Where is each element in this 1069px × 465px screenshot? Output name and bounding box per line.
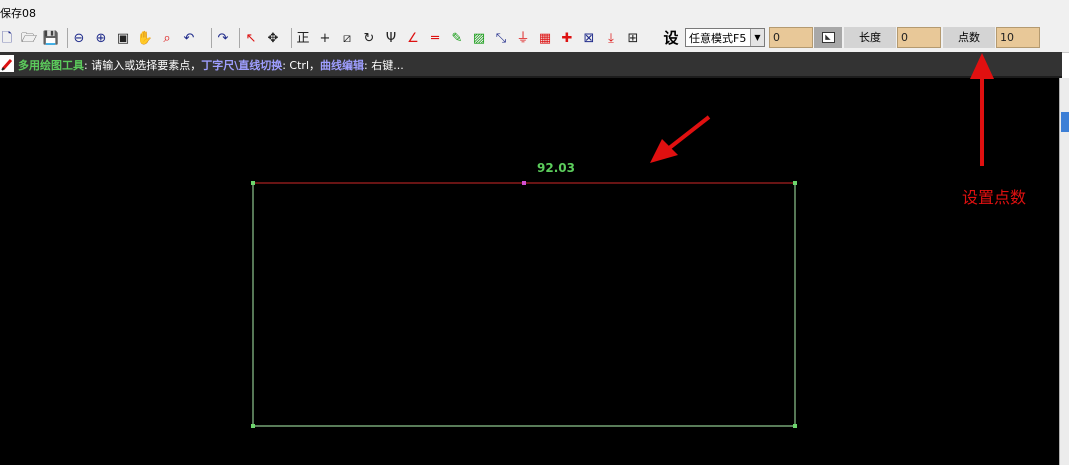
toolbar-group-draw: 正 + ⧄ ↻ Ψ ∠ ═ ✎ ▨ ⤡ ⏚ ▦ ✚ ⊠ ⤓ ⊞ [292, 27, 644, 49]
mode-select[interactable]: 任意模式F5 ▼ [685, 28, 765, 47]
annotation-label: 设置点数 [962, 188, 1027, 207]
points-label: 点数 [943, 27, 995, 48]
hint-part3: : 右键... [364, 59, 404, 72]
pick-point-icon: ◣ [821, 32, 835, 43]
scrollbar-thumb[interactable] [1061, 112, 1069, 132]
hint-text: 多用绘图工具: 请输入或选择要素点，丁字尺\直线切换: Ctrl，曲线编辑: 右… [18, 57, 404, 73]
vertical-scrollbar[interactable] [1059, 78, 1069, 465]
psi-icon[interactable]: Ψ [380, 27, 402, 49]
hatch-icon[interactable]: ▨ [468, 27, 490, 49]
crosshair-icon[interactable]: + [314, 27, 336, 49]
baseline-icon[interactable]: ⏚ [512, 27, 534, 49]
toolbar-group-settings: 设 [660, 27, 682, 49]
rotate-icon[interactable]: ↻ [358, 27, 380, 49]
value-field-left[interactable]: 0 [769, 27, 813, 48]
chevron-down-icon[interactable]: ▼ [750, 29, 764, 46]
toolbar-group-select: ↖ ✥ [240, 27, 284, 49]
hint-bar: 多用绘图工具: 请输入或选择要素点，丁字尺\直线切换: Ctrl，曲线编辑: 右… [0, 52, 1062, 78]
grid-snap-icon[interactable]: ⧄ [336, 27, 358, 49]
dimension-label: 92.03 [537, 161, 575, 175]
menu-bar: 保存08 [0, 0, 1069, 24]
hint-tool-name: 多用绘图工具 [18, 59, 84, 72]
length-label: 长度 [844, 27, 896, 48]
pencil-icon [0, 55, 14, 72]
vertex-handle[interactable] [793, 424, 797, 428]
save-icon[interactable]: 💾 [40, 27, 62, 49]
redo-icon[interactable]: ↷ [212, 27, 234, 49]
split-icon[interactable]: ✚ [556, 27, 578, 49]
pan-hand-icon[interactable]: ✋ [134, 27, 156, 49]
drawing-layer [251, 181, 797, 428]
toolbar-group-file: 🗋 🗁 💾 [0, 27, 62, 49]
hint-part1: : 请输入或选择要素点， [84, 59, 202, 72]
zoom-window-icon[interactable]: ⌕ [156, 27, 178, 49]
vertex-handle[interactable] [251, 424, 255, 428]
zoom-out-icon[interactable]: ⊖ [68, 27, 90, 49]
vertex-handle[interactable] [793, 181, 797, 185]
new-file-icon[interactable]: 🗋 [0, 27, 18, 49]
length-input[interactable]: 0 [897, 27, 941, 48]
hint-toggle-label: 丁字尺\直线切换 [201, 59, 283, 72]
mode-select-value: 任意模式F5 [689, 31, 747, 45]
select-cursor-icon[interactable]: ↖ [240, 27, 262, 49]
snap-point-icon[interactable]: ⤓ [600, 27, 622, 49]
pencil-line-icon[interactable]: ✎ [446, 27, 468, 49]
settings-she-button[interactable]: 设 [660, 27, 682, 49]
orthogonal-icon[interactable]: 正 [292, 27, 314, 49]
color-palette-icon[interactable]: ▦ [534, 27, 556, 49]
drawing-canvas[interactable]: 92.03 设置点数 [0, 78, 1059, 465]
points-input[interactable]: 10 [996, 27, 1040, 48]
pick-point-button[interactable]: ◣ [814, 27, 842, 48]
grid-frame-icon[interactable]: ⊞ [622, 27, 644, 49]
move-cross-icon[interactable]: ✥ [262, 27, 284, 49]
point-edit-icon[interactable]: ⤡ [490, 27, 512, 49]
zoom-in-icon[interactable]: ⊕ [90, 27, 112, 49]
hint-part2: : Ctrl， [282, 59, 321, 72]
parallel-line-icon[interactable]: ═ [424, 27, 446, 49]
diagonal-frame-icon[interactable]: ⊠ [578, 27, 600, 49]
hint-curve-label: 曲线编辑 [320, 59, 365, 72]
vertex-handle[interactable] [251, 181, 255, 185]
toolbar-group-redo: ↷ [212, 27, 234, 49]
midpoint-handle[interactable] [522, 181, 526, 185]
undo-icon[interactable]: ↶ [178, 27, 200, 49]
window-title: 保存08 [0, 7, 36, 20]
open-folder-icon[interactable]: 🗁 [18, 27, 40, 49]
angle-line-icon[interactable]: ∠ [402, 27, 424, 49]
zoom-extent-icon[interactable]: ▣ [112, 27, 134, 49]
toolbar-group-view: ⊖ ⊕ ▣ ✋ ⌕ ↶ [68, 27, 200, 49]
